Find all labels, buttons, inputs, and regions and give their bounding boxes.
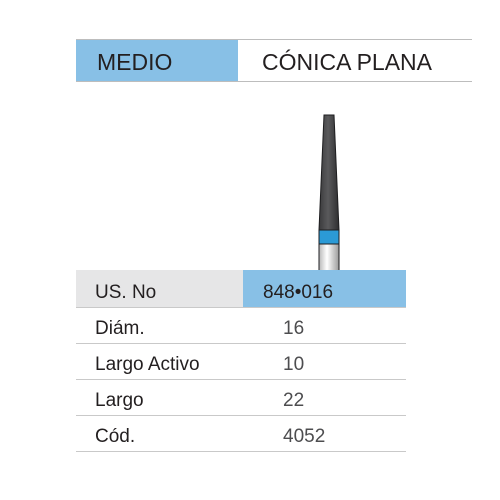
spec-value: 16 bbox=[283, 318, 305, 339]
spec-row-diameter: Diám. 16 bbox=[76, 308, 406, 344]
spec-label: Largo Activo bbox=[95, 354, 200, 375]
spec-row-active-length: Largo Activo 10 bbox=[76, 344, 406, 380]
spec-row-length: Largo 22 bbox=[76, 380, 406, 416]
spec-row-us-no: US. No 848•016 bbox=[76, 270, 406, 308]
spec-label: Largo bbox=[95, 390, 144, 411]
spec-row-code: Cód. 4052 bbox=[76, 416, 406, 452]
grit-category: MEDIO bbox=[97, 49, 173, 75]
spec-value: 10 bbox=[283, 354, 305, 375]
spec-value: 848•016 bbox=[263, 282, 334, 303]
spec-label: Cód. bbox=[95, 426, 136, 447]
spec-value: 4052 bbox=[283, 426, 326, 447]
spec-label: Diám. bbox=[95, 318, 145, 339]
spec-table: US. No 848•016 Diám. 16 Largo Activo 10 … bbox=[76, 270, 406, 452]
spec-value: 22 bbox=[283, 390, 305, 411]
bur-color-band bbox=[318, 229, 340, 245]
header-band: MEDIO CÓNICA PLANA bbox=[76, 39, 472, 82]
bur-head bbox=[318, 114, 340, 231]
spec-label: US. No bbox=[95, 282, 157, 303]
grit-category-cell: MEDIO bbox=[76, 40, 238, 81]
shape-name: CÓNICA PLANA bbox=[262, 49, 432, 75]
bur-illustration bbox=[318, 114, 340, 282]
